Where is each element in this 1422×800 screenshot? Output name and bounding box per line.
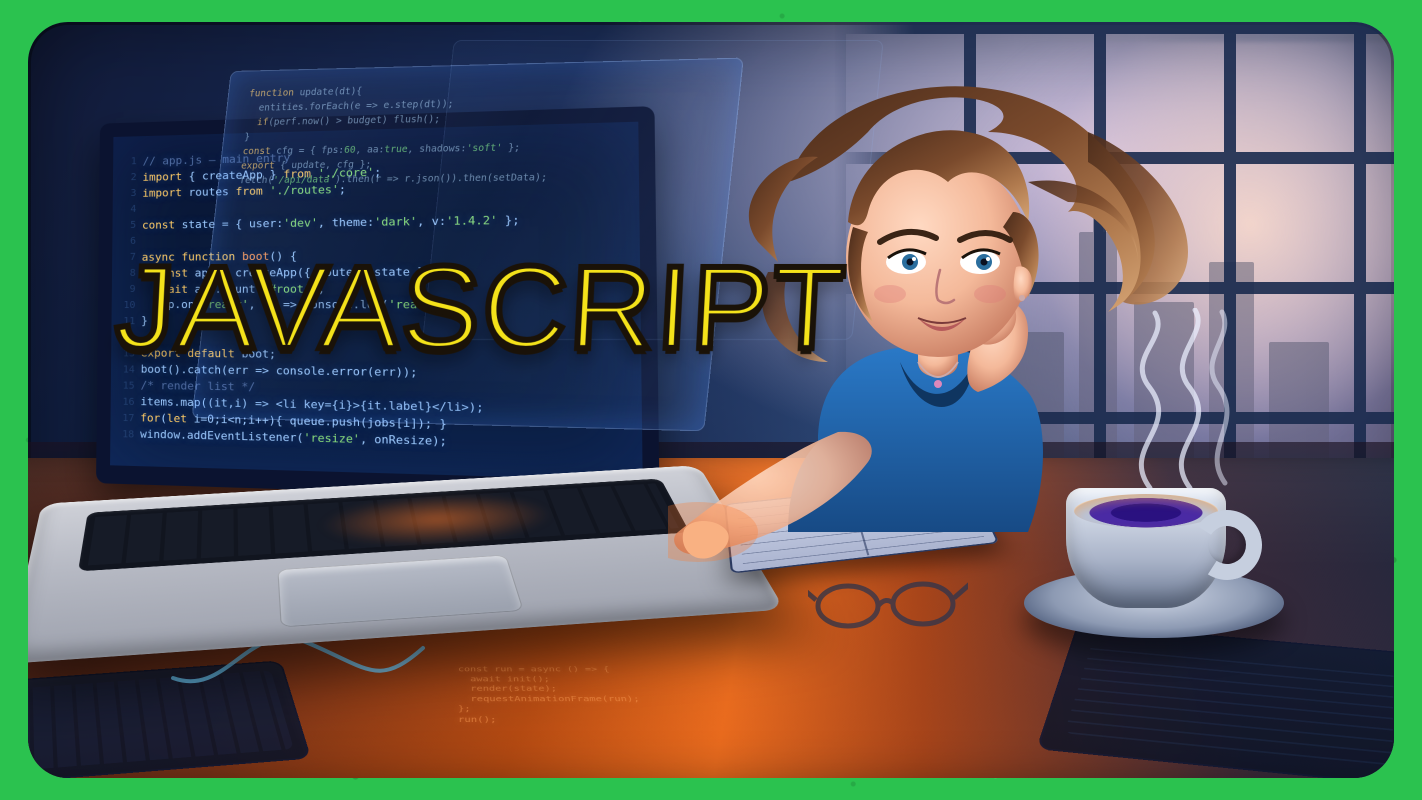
laptop-base: [28, 465, 785, 664]
eyeglasses: [808, 566, 968, 636]
title-text: JAVASCRIPT: [112, 240, 849, 376]
laptop-touchpad: [277, 555, 524, 628]
artwork-viewport: const run = async () => { await init(); …: [28, 22, 1394, 778]
steam-icon: [1110, 308, 1250, 498]
laptop: 1 2 3 4 5 6 7 8 9 10 11 12 13 14 15 16 1…: [58, 92, 698, 712]
coffee-cup: [1024, 408, 1284, 638]
